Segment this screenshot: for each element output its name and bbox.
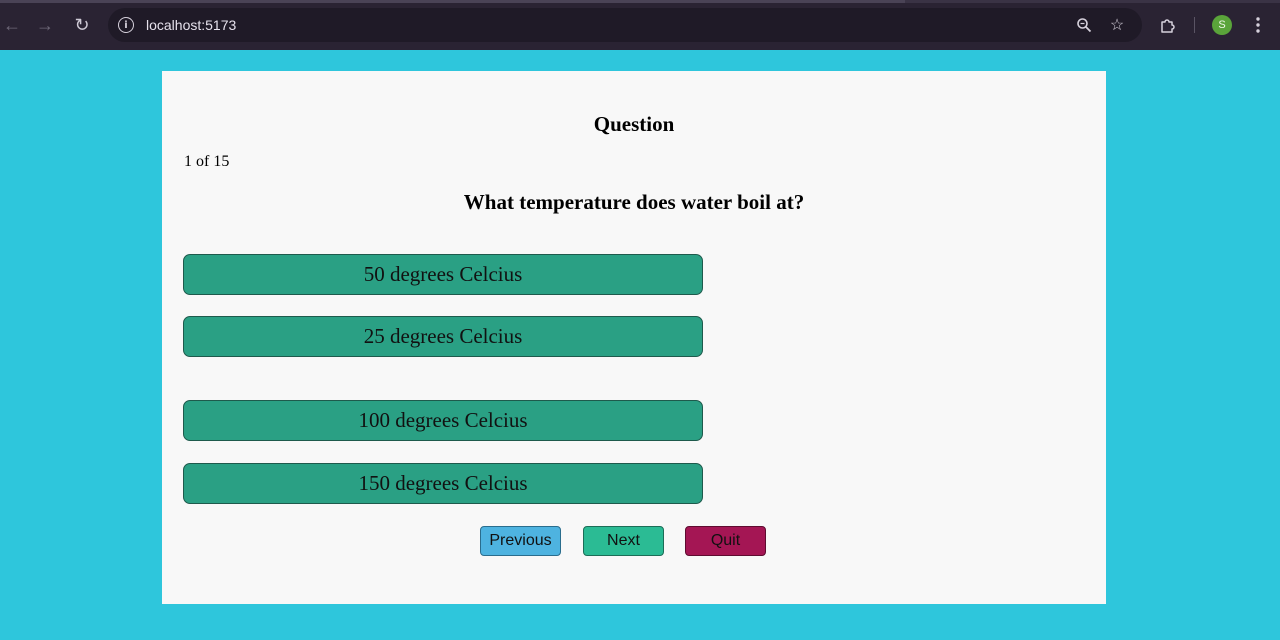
active-tab-indicator[interactable] <box>0 0 905 3</box>
question-progress: 1 of 15 <box>184 153 230 170</box>
forward-icon[interactable]: → <box>33 13 57 37</box>
url-text[interactable]: localhost:5173 <box>146 17 236 33</box>
zoom-icon[interactable] <box>1074 15 1094 35</box>
profile-avatar[interactable]: S <box>1212 15 1232 35</box>
menu-icon[interactable] <box>1246 13 1270 37</box>
quiz-card: Question 1 of 15 What temperature does w… <box>162 71 1106 604</box>
site-info-icon[interactable]: i <box>118 17 134 33</box>
extensions-icon[interactable] <box>1156 13 1180 37</box>
bookmark-star-icon[interactable]: ☆ <box>1107 15 1127 35</box>
quiz-title: Question <box>593 112 675 136</box>
toolbar-separator <box>1194 17 1195 33</box>
quit-button[interactable]: Quit <box>685 526 766 556</box>
browser-toolbar: ← → ↻ i localhost:5173 ☆ S <box>0 0 1280 50</box>
answer-option-4[interactable]: 150 degrees Celcius <box>183 463 703 504</box>
answer-option-1[interactable]: 50 degrees Celcius <box>183 254 703 295</box>
address-bar[interactable]: i localhost:5173 ☆ <box>108 8 1142 42</box>
back-icon[interactable]: ← <box>0 13 24 37</box>
answer-option-3[interactable]: 100 degrees Celcius <box>183 400 703 441</box>
reload-icon[interactable]: ↻ <box>70 13 94 37</box>
previous-button[interactable]: Previous <box>480 526 561 556</box>
question-text: What temperature does water boil at? <box>463 190 805 214</box>
answer-option-2[interactable]: 25 degrees Celcius <box>183 316 703 357</box>
next-button[interactable]: Next <box>583 526 664 556</box>
